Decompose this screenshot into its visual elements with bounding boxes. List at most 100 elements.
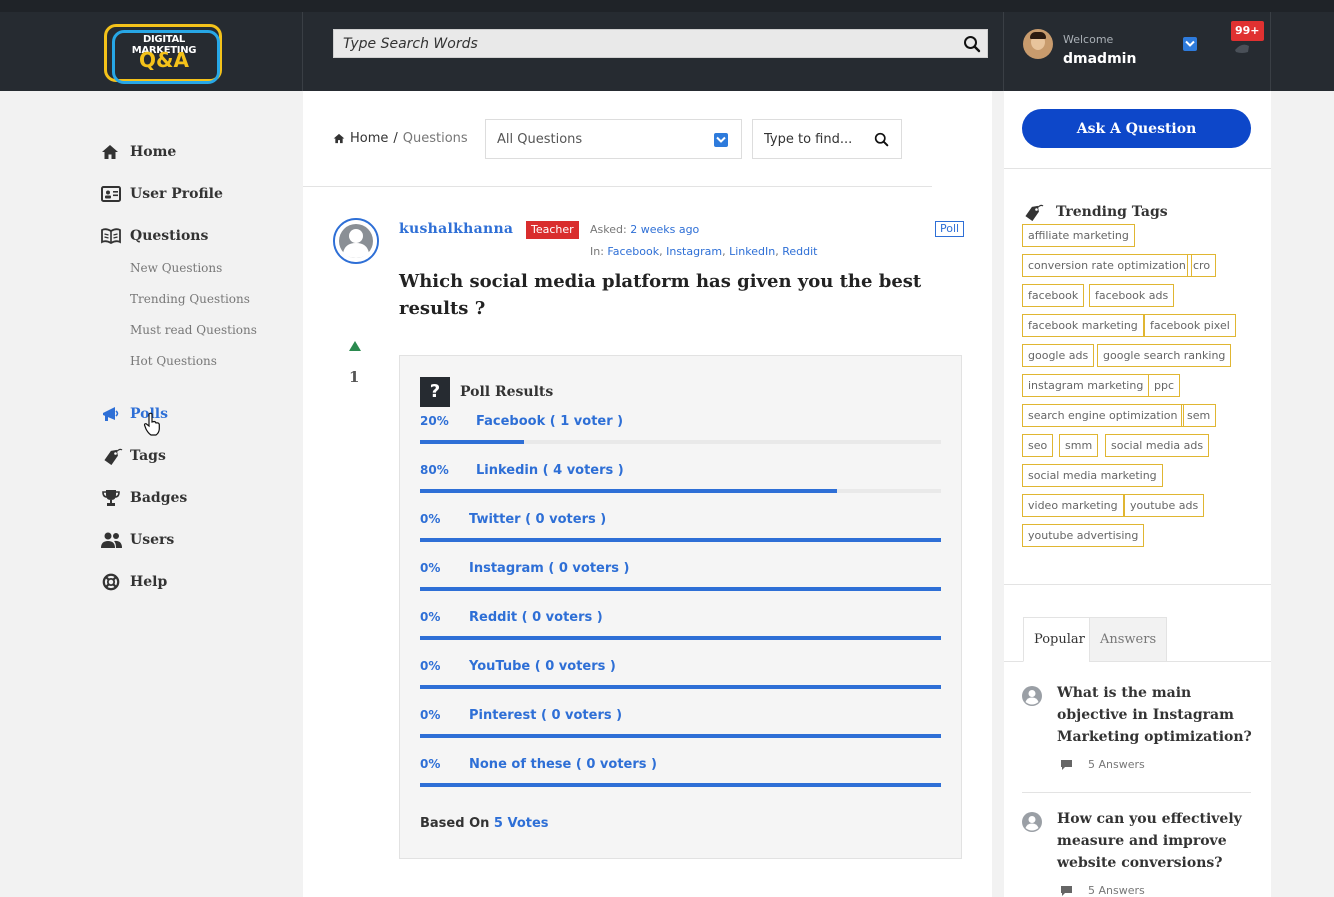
tag-chip[interactable]: youtube advertising	[1022, 524, 1145, 547]
global-search	[333, 29, 988, 58]
question-mark-icon: ?	[420, 377, 450, 407]
tag-chip[interactable]: cro	[1187, 254, 1217, 277]
poll-bar-track	[420, 734, 941, 738]
tag-chip[interactable]: affiliate marketing	[1022, 224, 1135, 247]
poll-bar-track	[420, 636, 941, 640]
tag-chip[interactable]: youtube ads	[1124, 494, 1205, 517]
tag-chip[interactable]: smm	[1059, 434, 1099, 457]
in-label: In:	[590, 245, 604, 258]
asked-meta: Asked: 2 weeks ago	[590, 223, 699, 236]
poll-option: 0% Reddit ( 0 voters )	[420, 610, 941, 640]
asked-label: Asked:	[590, 223, 627, 236]
trending-tags-title: Trending Tags	[1056, 204, 1168, 220]
popular-question-answers[interactable]: 5 Answers	[1060, 758, 1145, 771]
popular-question-title[interactable]: What is the main objective in Instagram …	[1057, 682, 1253, 748]
based-on-label: Based On	[420, 816, 490, 831]
poll-option-label: Pinterest ( 0 voters )	[469, 708, 623, 723]
nav-badges[interactable]: Badges	[101, 486, 187, 510]
category-link[interactable]: Reddit	[782, 245, 817, 258]
tag-chip[interactable]: conversion rate optimization	[1022, 254, 1192, 277]
tag-chip[interactable]: google ads	[1022, 344, 1095, 367]
questions-filter-select[interactable]: All Questions	[485, 119, 742, 159]
filter-selected-value: All Questions	[497, 132, 583, 147]
nav-help[interactable]: Help	[101, 570, 167, 594]
nav-tags[interactable]: Tags	[101, 444, 166, 468]
tag-chip[interactable]: ppc	[1148, 374, 1181, 397]
hand-cursor-icon	[143, 412, 160, 436]
tag-chip[interactable]: facebook pixel	[1144, 314, 1236, 337]
tag-chip[interactable]: social media marketing	[1022, 464, 1163, 487]
poll-bar-fill	[420, 636, 941, 640]
tag-chip[interactable]: instagram marketing	[1022, 374, 1150, 397]
tag-chip[interactable]: seo	[1022, 434, 1054, 457]
poll-option-label: Reddit ( 0 voters )	[469, 610, 603, 625]
nav-users[interactable]: Users	[101, 528, 174, 552]
poll-bar-track	[420, 587, 941, 591]
user-avatar[interactable]	[1023, 29, 1053, 59]
poll-bar-fill	[420, 538, 941, 542]
divider	[1022, 792, 1251, 793]
tag-chip[interactable]: facebook	[1022, 284, 1085, 307]
browser-top-strip	[0, 0, 1334, 12]
nav-sub-must-read-questions[interactable]: Must read Questions	[130, 323, 257, 337]
username[interactable]: dmadmin	[1063, 51, 1136, 67]
nav-home[interactable]: Home	[101, 140, 176, 164]
tag-chip[interactable]: search engine optimization	[1022, 404, 1184, 427]
user-silhouette-icon	[335, 220, 377, 262]
search-icon[interactable]	[874, 132, 889, 147]
breadcrumb-current: Questions	[402, 131, 468, 146]
megaphone-icon	[101, 404, 123, 424]
poll-option-percent: 0%	[420, 610, 441, 624]
comment-icon	[1061, 885, 1072, 896]
poll-footer: Based On 5 Votes	[420, 816, 549, 831]
tag-chip[interactable]: google search ranking	[1097, 344, 1232, 367]
nav-sub-hot-questions[interactable]: Hot Questions	[130, 354, 217, 368]
ask-question-button[interactable]: Ask A Question	[1022, 109, 1251, 148]
poll-option-label: Twitter ( 0 voters )	[469, 512, 607, 527]
nav-questions[interactable]: Questions	[101, 224, 208, 248]
tag-chip[interactable]: social media ads	[1105, 434, 1210, 457]
poll-option-percent: 80%	[420, 463, 449, 477]
tag-icon	[101, 446, 123, 466]
tab-answers[interactable]: Answers	[1089, 617, 1168, 662]
category-link[interactable]: Instagram	[666, 245, 722, 258]
breadcrumb-separator: /	[393, 131, 398, 146]
category-link[interactable]: LinkedIn	[729, 245, 775, 258]
question-author[interactable]: kushalkhanna	[399, 221, 513, 237]
tag-chip[interactable]: video marketing	[1022, 494, 1124, 517]
author-avatar[interactable]	[333, 218, 379, 264]
tag-chip[interactable]: sem	[1181, 404, 1217, 427]
nav-sub-trending-questions[interactable]: Trending Questions	[130, 292, 250, 306]
asked-time-link[interactable]: 2 weeks ago	[630, 223, 699, 236]
user-menu-dropdown[interactable]	[1183, 37, 1197, 51]
search-icon[interactable]	[963, 35, 981, 53]
breadcrumb-home[interactable]: Home	[350, 131, 388, 146]
nav-user-profile[interactable]: User Profile	[101, 182, 223, 206]
vote-up-button[interactable]	[349, 341, 361, 351]
search-input[interactable]	[334, 30, 954, 57]
popular-question-title[interactable]: How can you effectively measure and impr…	[1057, 808, 1253, 874]
home-icon	[333, 133, 345, 144]
category-link[interactable]: Facebook	[607, 245, 659, 258]
trending-tags-header: Trending Tags	[1022, 203, 1168, 221]
nav-label: Questions	[130, 228, 209, 244]
lifebuoy-icon	[101, 572, 123, 592]
trophy-icon	[101, 488, 123, 508]
question-title[interactable]: Which social media platform has given yo…	[399, 268, 939, 322]
popular-question-answers[interactable]: 5 Answers	[1060, 884, 1145, 897]
nav-label: Tags	[130, 448, 166, 464]
poll-bar-fill	[420, 734, 941, 738]
poll-heading: Poll Results	[460, 384, 554, 400]
user-silhouette-icon	[1022, 812, 1042, 832]
poll-bar-track	[420, 489, 941, 493]
tag-chip[interactable]: facebook marketing	[1022, 314, 1144, 337]
poll-option: 0% Twitter ( 0 voters )	[420, 512, 941, 542]
tag-chip[interactable]: facebook ads	[1089, 284, 1175, 307]
divider	[1004, 584, 1271, 585]
users-icon	[101, 530, 123, 550]
question-type-badge: Poll	[935, 221, 965, 237]
site-logo[interactable]: DIGITAL MARKETING Q&A	[104, 24, 222, 90]
tab-popular[interactable]: Popular	[1023, 617, 1096, 662]
nav-sub-new-questions[interactable]: New Questions	[130, 261, 222, 275]
find-input[interactable]	[753, 120, 868, 158]
